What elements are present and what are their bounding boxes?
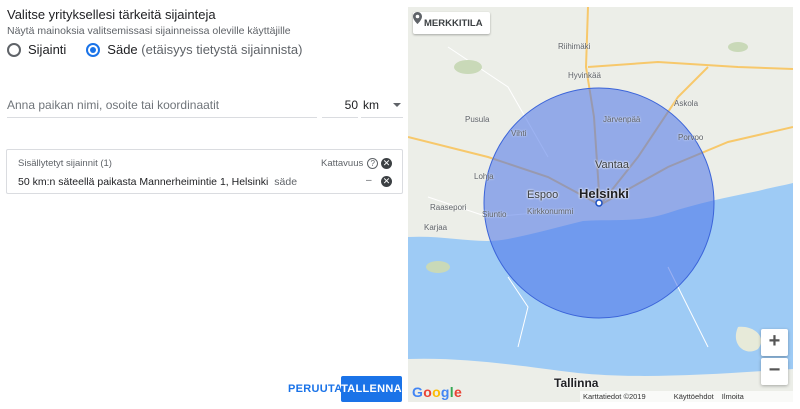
- mode-radio-group: Sijainti Säde (etäisyys tietystä sijainn…: [7, 42, 322, 57]
- page-subtitle: Näytä mainoksia valitsemissasi sijainnei…: [7, 25, 291, 37]
- place-label-karjaa: Karjaa: [424, 223, 448, 232]
- google-logo: Google: [412, 384, 463, 400]
- place-label-riihimaki: Riihimäki: [558, 42, 591, 51]
- chevron-down-icon: [393, 103, 401, 107]
- coverage-label: Kattavuus: [321, 158, 364, 169]
- coverage-value: –: [366, 175, 372, 186]
- included-location-row: 50 km:n säteellä paikasta Mannerheiminti…: [18, 176, 297, 188]
- zoom-out-button[interactable]: −: [761, 358, 788, 385]
- coverage-header: Kattavuus ?: [321, 158, 379, 169]
- remove-all-icon[interactable]: ✕: [381, 158, 392, 169]
- place-label-espoo: Espoo: [527, 189, 559, 201]
- save-button[interactable]: TALLENNA: [341, 376, 402, 402]
- place-label-pusula: Pusula: [465, 115, 490, 124]
- radio-radius-label: Säde: [107, 42, 138, 57]
- page-title: Valitse yrityksellesi tärkeitä sijaintej…: [7, 7, 216, 22]
- place-label-tallinna: Tallinna: [554, 376, 599, 390]
- remove-location-icon[interactable]: ✕: [381, 176, 392, 187]
- unit-select-value: km: [363, 98, 379, 112]
- place-label-lohja: Lohja: [474, 172, 494, 181]
- radio-radius-hint: (etäisyys tietystä sijainnista): [141, 42, 303, 57]
- place-search-input[interactable]: [7, 96, 317, 118]
- place-label-vihti: Vihti: [511, 129, 527, 138]
- attribution-map-data: Karttatiedot ©2019 Google: [583, 392, 646, 401]
- map[interactable]: MERKKITILA Riihimäki Hyvinkää Järvenpää …: [408, 7, 793, 402]
- place-label-raasepori: Raasepori: [430, 203, 467, 212]
- cancel-button[interactable]: PERUUTA: [282, 376, 348, 402]
- attribution-terms-link[interactable]: Käyttöehdot: [674, 391, 714, 402]
- place-label-askola: Askola: [674, 99, 699, 108]
- included-location-text: 50 km:n säteellä paikasta Mannerheiminti…: [18, 176, 269, 188]
- radio-location[interactable]: [7, 42, 21, 57]
- unit-select[interactable]: km: [361, 96, 403, 118]
- radio-option-location[interactable]: Sijainti: [7, 42, 66, 57]
- place-label-hyvinkaa: Hyvinkää: [568, 71, 601, 80]
- place-label-porvoo: Porvoo: [678, 133, 704, 142]
- radio-location-label: Sijainti: [28, 42, 67, 57]
- place-label-kirkkonummi: Kirkkonummi: [527, 207, 574, 216]
- place-label-vantaa: Vantaa: [595, 159, 630, 171]
- place-label-jarvenpaa: Järvenpää: [603, 115, 641, 124]
- map-mode-label: MERKKITILA: [424, 17, 483, 29]
- included-locations-box: Sisällytetyt sijainnit (1) Kattavuus ? ✕…: [6, 149, 403, 194]
- radio-option-radius[interactable]: Säde (etäisyys tietystä sijainnista): [86, 42, 302, 57]
- map-mode-button[interactable]: MERKKITILA: [413, 12, 490, 34]
- included-locations-header: Sisällytetyt sijainnit (1): [18, 158, 112, 169]
- map-attribution: Karttatiedot ©2019 Google Käyttöehdot Il…: [580, 391, 793, 402]
- radio-radius[interactable]: [86, 42, 101, 57]
- place-label-siuntio: Siuntio: [482, 210, 507, 219]
- radius-value-input[interactable]: 50: [322, 96, 358, 118]
- place-label-helsinki: Helsinki: [579, 186, 629, 201]
- help-icon[interactable]: ?: [367, 158, 379, 169]
- attribution-report-link[interactable]: Ilmoita karttavirheestä: [722, 391, 790, 402]
- included-location-type: säde: [274, 176, 298, 188]
- zoom-in-button[interactable]: +: [761, 329, 788, 356]
